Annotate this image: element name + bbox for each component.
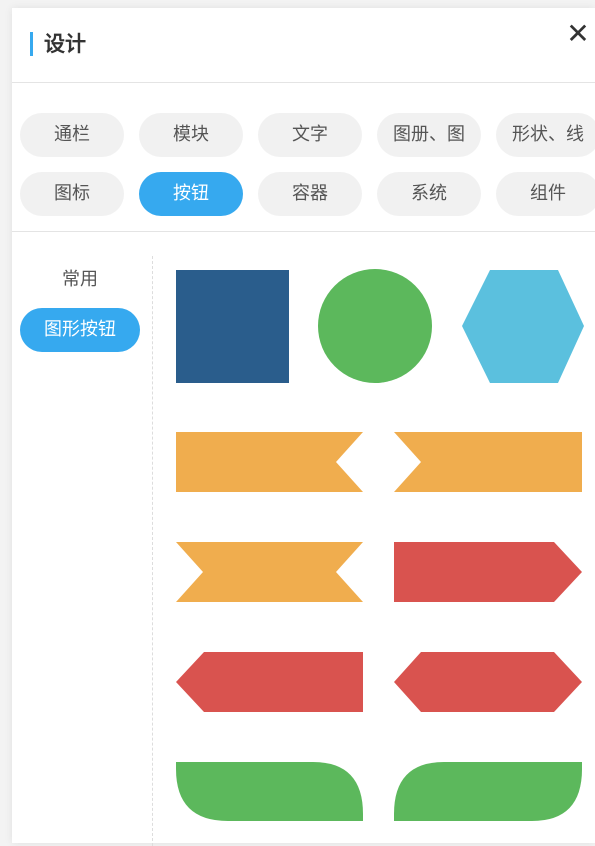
leaf-left-shape[interactable] bbox=[176, 762, 363, 821]
tab-zujian[interactable]: 组件 bbox=[496, 172, 595, 216]
tab-rongqi[interactable]: 容器 bbox=[258, 172, 362, 216]
arrow-left-shape[interactable] bbox=[176, 652, 363, 712]
tab-anniu[interactable]: 按钮 bbox=[139, 172, 243, 216]
tab-xingzhuang[interactable]: 形状、线 bbox=[496, 113, 595, 157]
square-button-shape[interactable] bbox=[176, 270, 289, 383]
leaf-right-shape[interactable] bbox=[394, 762, 582, 821]
arrow-right-shape[interactable] bbox=[394, 542, 582, 602]
design-panel: 设计 ✕ 通栏 模块 文字 图册、图 形状、线 图标 按钮 容器 系统 组件 常… bbox=[12, 8, 595, 846]
ribbon-notch-right-shape[interactable] bbox=[176, 432, 363, 492]
tab-tuce[interactable]: 图册、图 bbox=[377, 113, 481, 157]
close-icon[interactable]: ✕ bbox=[564, 20, 592, 48]
ribbon-notch-both-shape[interactable] bbox=[176, 542, 363, 602]
nav-item-common[interactable]: 常用 bbox=[20, 258, 140, 302]
category-tabs: 通栏 模块 文字 图册、图 形状、线 图标 按钮 容器 系统 组件 bbox=[12, 83, 595, 232]
ribbon-notch-left-shape[interactable] bbox=[394, 432, 582, 492]
circle-button-shape[interactable] bbox=[318, 269, 432, 383]
tab-tubiao[interactable]: 图标 bbox=[20, 172, 124, 216]
left-navigation: 常用 图形按钮 bbox=[12, 258, 152, 843]
content-divider bbox=[152, 256, 153, 846]
tab-mokuai[interactable]: 模块 bbox=[139, 113, 243, 157]
panel-title: 设计 bbox=[44, 32, 86, 56]
tab-wenzi[interactable]: 文字 bbox=[258, 113, 362, 157]
nav-item-shape-buttons[interactable]: 图形按钮 bbox=[20, 308, 140, 352]
double-arrow-shape[interactable] bbox=[394, 652, 582, 712]
hexagon-button-shape[interactable] bbox=[462, 270, 584, 383]
tab-tonglan[interactable]: 通栏 bbox=[20, 113, 124, 157]
tab-xitong[interactable]: 系统 bbox=[377, 172, 481, 216]
title-accent-bar bbox=[30, 32, 33, 56]
panel-header: 设计 ✕ bbox=[12, 8, 595, 83]
